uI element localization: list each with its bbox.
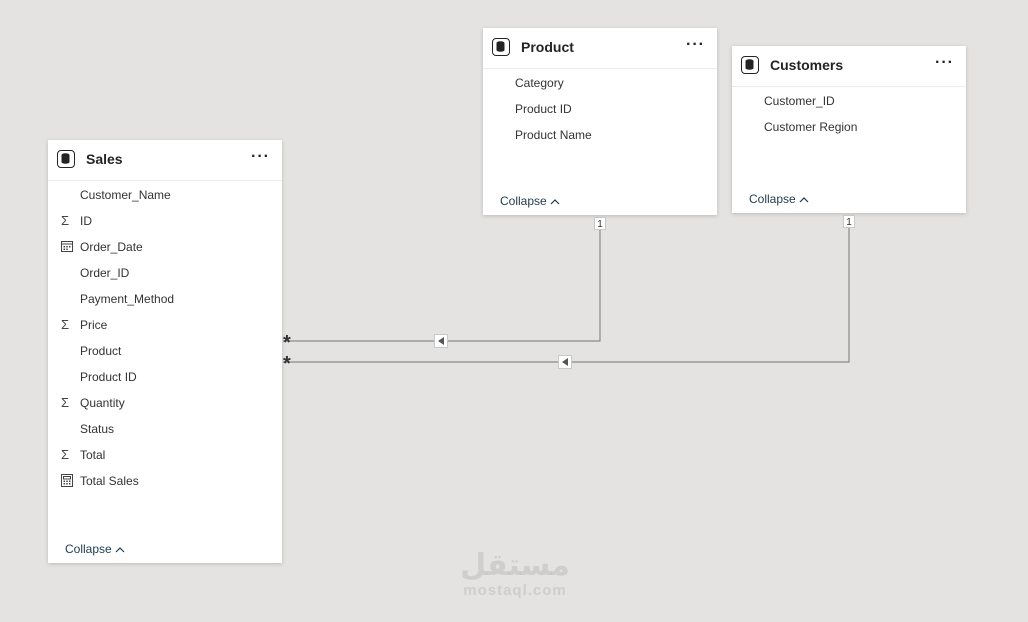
table-card-product[interactable]: Product ··· Category Product ID Product Na… [483,28,717,215]
collapse-label: Collapse [749,192,796,206]
table-title-customers: Customers [770,57,844,73]
field-row[interactable]: Σ Total [48,442,282,468]
chevron-up-icon [799,192,809,206]
field-label: Customer_ID [764,94,835,108]
field-label: Customer_Name [80,188,171,202]
more-options-button[interactable]: ··· [935,54,954,72]
field-icon-slot [61,240,74,253]
field-icon-slot [496,102,509,115]
table-header-product[interactable]: Product ··· [483,28,717,69]
field-row[interactable]: Σ Price [48,312,282,338]
field-row[interactable]: Customer Region [732,114,966,140]
sigma-icon: Σ [61,317,70,332]
field-label: Order_ID [80,266,130,280]
field-row[interactable]: Product [48,338,282,364]
field-icon-slot [745,94,758,107]
field-row[interactable]: Product ID [48,364,282,390]
field-icon-slot [61,266,74,279]
calculator-icon [61,474,73,490]
field-icon-slot: Σ [61,396,74,409]
watermark-arabic: مستقل [460,548,570,583]
field-icon-slot [61,370,74,383]
table-header-sales[interactable]: Sales ··· [48,140,282,181]
more-options-button[interactable]: ··· [686,36,705,54]
cardinality-one-product: 1 [594,217,606,230]
field-label: Total [80,448,106,462]
field-row[interactable]: Σ Quantity [48,390,282,416]
cardinality-one-customers: 1 [843,215,855,228]
field-icon-slot [61,188,74,201]
field-icon-slot [496,128,509,141]
field-icon-slot [61,292,74,305]
field-label: Price [80,318,108,332]
chevron-up-icon [115,542,125,556]
field-row[interactable]: Σ ID [48,208,282,234]
table-card-sales[interactable]: Sales ··· Customer_Name Σ ID Order_Date Orde… [48,140,282,563]
field-label: Product [80,344,122,358]
sigma-icon: Σ [61,447,70,462]
field-row[interactable]: Product Name [483,122,717,148]
field-row[interactable]: Product ID [483,96,717,122]
field-label: ID [80,214,92,228]
collapse-label: Collapse [500,194,547,208]
field-row[interactable]: Total Sales [48,468,282,494]
field-label: Product ID [515,102,572,116]
sigma-icon: Σ [61,395,70,410]
table-icon [57,150,75,168]
field-label: Payment_Method [80,292,175,306]
field-icon-slot: Σ [61,318,74,331]
field-row[interactable]: Customer_ID [732,88,966,114]
field-label: Status [80,422,115,436]
table-header-customers[interactable]: Customers ··· [732,46,966,87]
cardinality-many-sales-customers: * [283,353,291,375]
filter-direction-arrow-icon[interactable] [434,334,448,348]
table-title-sales: Sales [86,151,123,167]
field-icon-slot [61,344,74,357]
field-row[interactable]: Category [483,70,717,96]
collapse-button-customers[interactable]: Collapse [749,192,809,206]
table-title-product: Product [521,39,574,55]
filter-direction-arrow-icon[interactable] [558,355,572,369]
watermark: مستقل mostaql.com [450,548,580,600]
table-icon [741,56,759,74]
field-icon-slot [496,76,509,89]
calendar-icon [61,240,73,255]
relationship-line-product-sales [283,230,601,342]
sigma-icon: Σ [61,213,70,228]
table-icon [492,38,510,56]
field-row[interactable]: Status [48,416,282,442]
field-icon-slot [61,474,74,487]
collapse-button-product[interactable]: Collapse [500,194,560,208]
cardinality-many-sales-product: * [283,332,291,354]
collapse-label: Collapse [65,542,112,556]
chevron-up-icon [550,194,560,208]
field-label: Customer Region [764,120,858,134]
field-icon-slot: Σ [61,214,74,227]
collapse-button-sales[interactable]: Collapse [65,542,125,556]
field-icon-slot [61,422,74,435]
field-label: Product Name [515,128,592,142]
model-canvas[interactable]: Sales ··· Customer_Name Σ ID Order_Date Orde… [0,0,1028,622]
field-row[interactable]: Order_Date [48,234,282,260]
field-row[interactable]: Payment_Method [48,286,282,312]
field-label: Total Sales [80,474,139,488]
field-label: Category [515,76,564,90]
watermark-latin: mostaql.com [463,582,567,599]
field-label: Quantity [80,396,125,410]
relationship-line-customers-sales [283,228,850,363]
field-icon-slot [745,120,758,133]
field-row[interactable]: Order_ID [48,260,282,286]
field-label: Product ID [80,370,137,384]
table-card-customers[interactable]: Customers ··· Customer_ID Customer Region… [732,46,966,213]
field-icon-slot: Σ [61,448,74,461]
field-row[interactable]: Customer_Name [48,182,282,208]
more-options-button[interactable]: ··· [251,148,270,166]
field-label: Order_Date [80,240,143,254]
